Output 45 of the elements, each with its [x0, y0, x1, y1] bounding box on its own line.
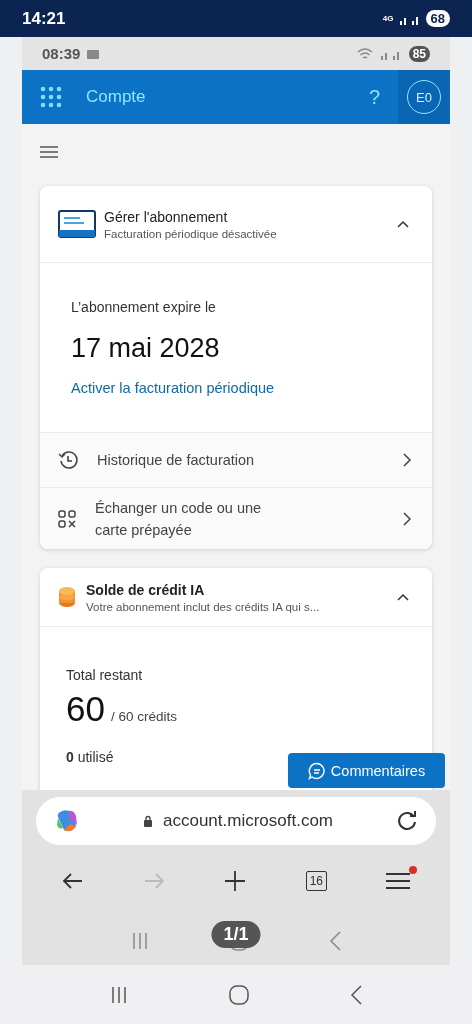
card-subtitle: Votre abonnement inclut des crédits IA qui s...	[86, 600, 321, 613]
expiry-date: 17 mai 2028	[71, 333, 221, 364]
reload-icon[interactable]	[396, 810, 418, 832]
feedback-button[interactable]: Commentaires	[288, 753, 445, 788]
chevron-right-icon	[403, 511, 412, 526]
back-icon[interactable]	[350, 984, 362, 1005]
menu-icon[interactable]	[386, 873, 411, 889]
recent-apps-icon[interactable]	[110, 985, 128, 1004]
chat-icon	[307, 761, 326, 780]
credit-limit: / 60 crédits	[110, 709, 177, 724]
network-label: 4G	[382, 14, 394, 23]
status-time: 08:39	[42, 45, 81, 62]
tabs-button[interactable]: 16	[305, 871, 327, 891]
list-item[interactable]: Historique de facturation	[40, 432, 432, 487]
page-title: Compte	[86, 87, 147, 107]
chevron-up-icon[interactable]	[396, 591, 410, 603]
chevron-right-icon	[403, 453, 412, 467]
wifi-icon	[356, 47, 373, 60]
credits-used: 0 utilisé	[66, 749, 115, 765]
app-launcher-icon[interactable]	[40, 86, 62, 108]
help-button[interactable]: ?	[368, 85, 380, 109]
history-icon	[58, 450, 78, 470]
expiry-label: L’abonnement expire le	[71, 299, 217, 315]
battery-level: 85	[408, 45, 430, 62]
card-title: Solde de crédit IA	[86, 581, 206, 598]
back-icon[interactable]	[328, 931, 341, 951]
total-label: Total restant	[66, 667, 144, 683]
credit-total: 60	[66, 689, 105, 729]
chevron-up-icon[interactable]	[396, 218, 410, 230]
card-title: Gérer l'abonnement	[104, 208, 229, 225]
coins-icon	[58, 586, 76, 608]
plus-icon[interactable]	[224, 870, 247, 892]
billing-link[interactable]: Activer la facturation périodique	[71, 380, 401, 396]
battery-level: 68	[425, 10, 450, 27]
home-icon[interactable]	[228, 983, 250, 1006]
lock-icon	[142, 815, 153, 827]
url-text: account.microsoft.com	[162, 811, 334, 831]
list-item[interactable]: Échanger un code ou une carte prépayée	[40, 487, 432, 549]
qr-code-icon	[58, 509, 76, 528]
address-bar[interactable]: account.microsoft.com	[36, 797, 436, 845]
page-counter-toast: 1/1	[211, 921, 261, 948]
back-arrow-icon[interactable]	[61, 872, 84, 890]
card-icon	[58, 210, 96, 238]
status-time: 14:21	[22, 8, 66, 29]
card-subtitle: Facturation périodique désactivée	[104, 227, 278, 240]
